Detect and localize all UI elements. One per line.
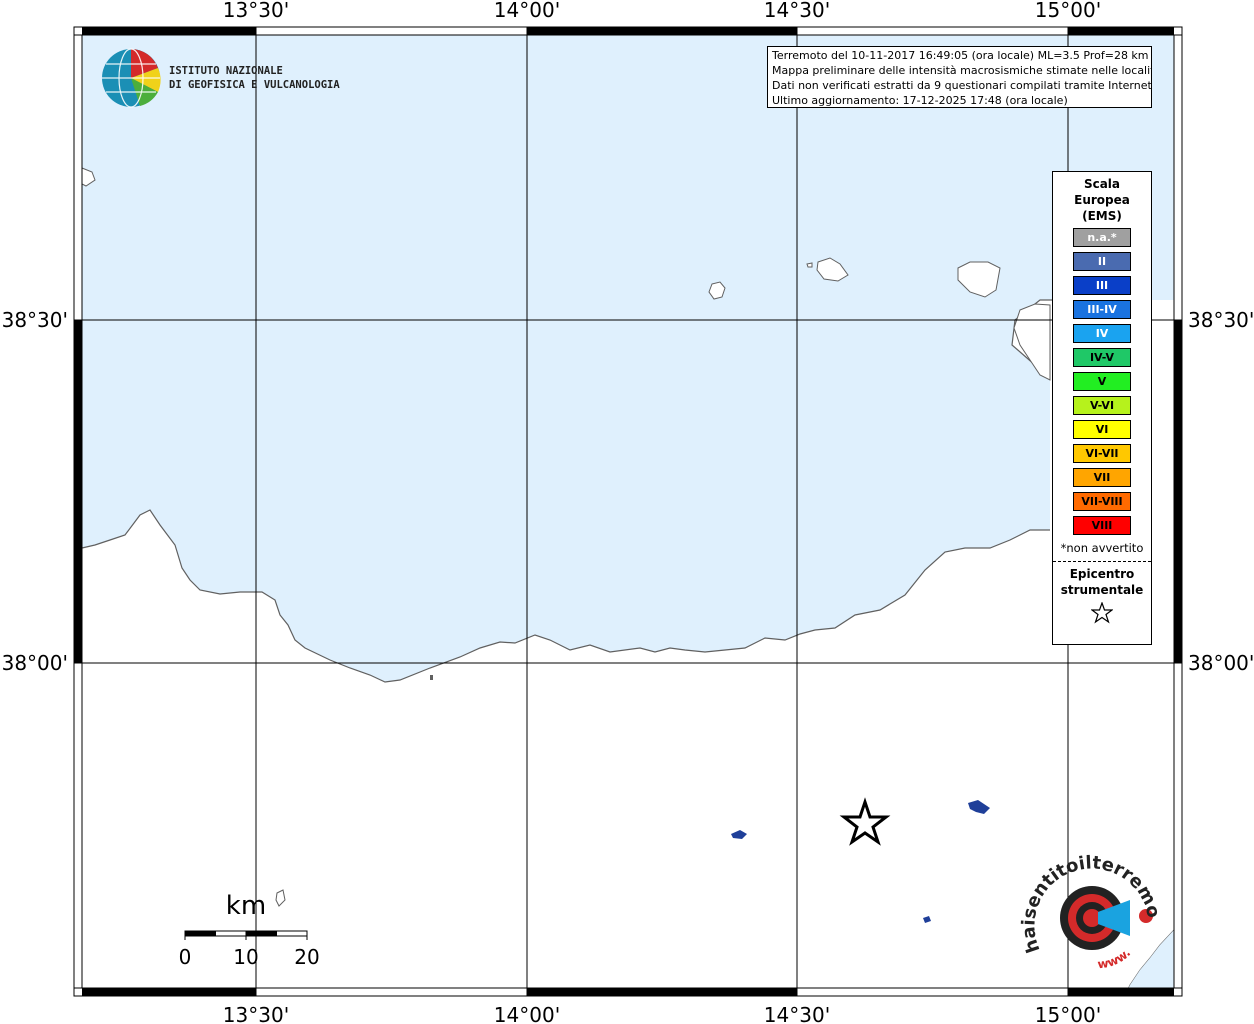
frame-left [73,34,83,989]
scale-label-20: 20 [294,945,319,969]
ems-legend: Scala Europea (EMS) n.a.* II III III-IV IV IV… [1052,171,1152,645]
legend-title: Scala Europea (EMS) [1053,176,1151,224]
legend-item-1: II [1073,252,1131,271]
legend-items: n.a.* II III III-IV IV IV-V V V-VI VI VI-VII VII VI… [1053,228,1151,535]
legend-epicenter-line1: Epicentro [1069,567,1135,581]
legend-epicenter-line2: strumentale [1060,583,1144,597]
islet-small [806,262,813,268]
lon-label-bottom-2: 14°00' [494,1003,560,1024]
lon-label-top-2: 14°00' [494,0,560,22]
ingv-logo-line1: ISTITUTO NAZIONALE [169,65,283,77]
legend-item-9: VI-VII [1073,444,1131,463]
lat-label-right-2: 38°00' [1188,651,1254,675]
lon-label-bottom-3: 14°30' [764,1003,830,1024]
legend-note: *non avvertito [1060,541,1144,555]
ingv-logo-line2: DI GEOFISICA E VULCANOLOGIA [169,79,340,91]
legend-title-line2: Europea [1074,193,1130,207]
legend-item-2: III [1073,276,1131,295]
lon-label-bottom-1: 13°30' [223,1003,289,1024]
legend-item-6: V [1073,372,1131,391]
scale-label-10: 10 [233,945,258,969]
legend-item-8: VI [1073,420,1131,439]
scale-unit: km [226,891,266,921]
legend-title-line1: Scala [1083,177,1121,191]
legend-item-12: VIII [1073,516,1131,535]
info-line-data-source: Dati non verificati estratti da 9 questi… [772,79,1152,92]
scale-label-0: 0 [179,945,192,969]
lat-label-right-1: 38°30' [1188,308,1254,332]
frame-top [82,26,1174,36]
legend-item-5: IV-V [1073,348,1131,367]
legend-item-4: IV [1073,324,1131,343]
info-line-updated: Ultimo aggiornamento: 17-12-2025 17:48 (… [772,94,1068,107]
legend-item-11: VII-VIII [1073,492,1131,511]
lon-label-top-3: 14°30' [764,0,830,22]
legend-separator [1053,561,1151,562]
islet-coast [430,675,433,680]
lat-label-left-1: 38°30' [2,308,68,332]
lon-label-bottom-4: 15°00' [1035,1003,1101,1024]
frame-bottom [82,987,1174,997]
earthquake-info-box: Terremoto del 10-11-2017 16:49:05 (ora l… [767,46,1152,108]
lon-label-top-1: 13°30' [223,0,289,22]
legend-star-icon [1053,601,1151,628]
legend-item-10: VII [1073,468,1131,487]
legend-item-0: n.a.* [1073,228,1131,247]
legend-epicenter-label: Epicentro strumentale [1053,566,1151,598]
info-line-description: Mappa preliminare delle intensità macros… [772,64,1152,77]
lon-label-top-4: 15°00' [1035,0,1101,22]
info-line-event: Terremoto del 10-11-2017 16:49:05 (ora l… [772,49,1149,62]
frame-right [1173,34,1183,989]
legend-title-line3: (EMS) [1082,209,1122,223]
legend-item-3: III-IV [1073,300,1131,319]
legend-item-7: V-VI [1073,396,1131,415]
lat-label-left-2: 38°00' [2,651,68,675]
